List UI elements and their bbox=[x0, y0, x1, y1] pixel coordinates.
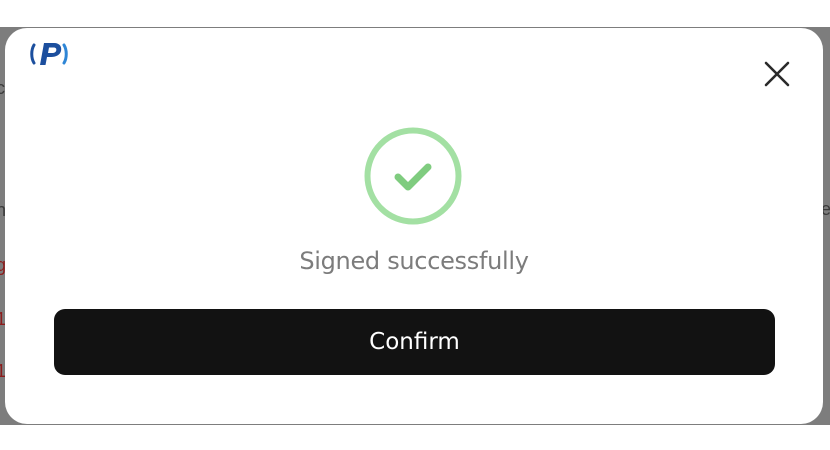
confirm-button-label: Confirm bbox=[369, 329, 460, 355]
check-circle-icon bbox=[364, 127, 462, 225]
brand-logo-p-icon bbox=[30, 43, 68, 65]
success-message: Signed successfully bbox=[299, 247, 529, 275]
screen: c n g 1 1 e Signed successfully Confirm bbox=[0, 0, 830, 450]
success-dialog: Signed successfully Confirm bbox=[5, 28, 823, 424]
close-icon[interactable] bbox=[759, 56, 795, 92]
confirm-button[interactable]: Confirm bbox=[54, 309, 775, 375]
